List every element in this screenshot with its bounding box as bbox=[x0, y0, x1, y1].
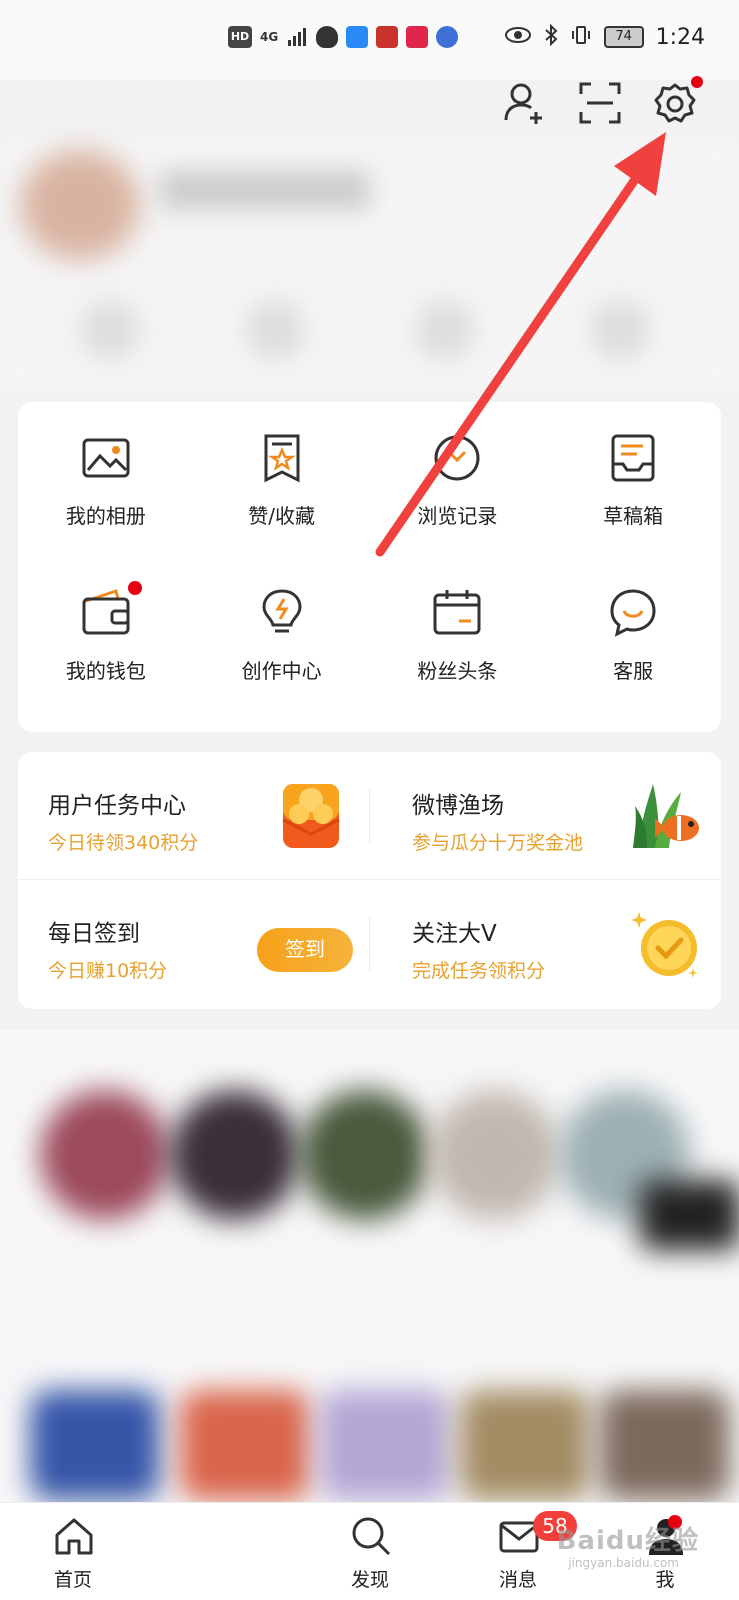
grid-item-draft-box[interactable]: 草稿箱 bbox=[545, 432, 721, 587]
wallet-icon bbox=[80, 581, 142, 639]
weibo-fishing[interactable]: 微博渔场 参与瓜分十万奖金池 bbox=[370, 752, 721, 880]
grid-label: 我的相册 bbox=[65, 504, 146, 528]
feed-area-blurred bbox=[0, 1030, 739, 1510]
blurred-avatar bbox=[170, 1090, 300, 1220]
signal-bars-icon bbox=[286, 26, 308, 48]
home-icon bbox=[55, 1518, 93, 1555]
grid-item-creator-center[interactable]: 创作中心 bbox=[194, 587, 370, 742]
blurred-image bbox=[640, 1180, 739, 1250]
username-blurred bbox=[160, 170, 370, 210]
gear-icon bbox=[654, 83, 696, 123]
task-title: 用户任务中心 bbox=[48, 793, 186, 819]
task-title: 每日签到 bbox=[48, 921, 140, 947]
grid-label: 赞/收藏 bbox=[248, 504, 315, 528]
eye-icon bbox=[504, 25, 532, 49]
status-right-icons: 74 1:24 bbox=[504, 23, 705, 50]
task-title: 微博渔场 bbox=[412, 793, 504, 819]
stat-blurred bbox=[590, 300, 650, 360]
follow-big-v[interactable]: 关注大V 完成任务领积分 bbox=[370, 880, 721, 1008]
wallet-notification-dot bbox=[127, 581, 142, 595]
add-friend-button[interactable] bbox=[501, 80, 547, 126]
stat-blurred bbox=[415, 300, 475, 360]
grid-label: 浏览记录 bbox=[417, 504, 498, 528]
tab-label: 消息 bbox=[498, 1569, 537, 1591]
checkmark-coin-icon bbox=[629, 906, 705, 982]
customer-service-icon bbox=[607, 587, 659, 639]
history-icon bbox=[431, 432, 483, 484]
grid-item-photo-album[interactable]: 我的相册 bbox=[18, 432, 194, 587]
baidu-watermark-url: jingyan.baidu.com bbox=[568, 1556, 679, 1570]
blurred-image bbox=[460, 1390, 590, 1500]
blurred-image bbox=[180, 1390, 310, 1500]
music-app-icon bbox=[436, 26, 459, 48]
tab-label: 首页 bbox=[53, 1569, 92, 1591]
baidu-watermark: Baidu经验 bbox=[556, 1526, 699, 1556]
blurred-avatar bbox=[430, 1090, 560, 1220]
like-favorite-icon bbox=[256, 432, 308, 484]
search-icon bbox=[352, 1517, 391, 1556]
top-actions bbox=[501, 76, 703, 126]
coin-box-icon bbox=[277, 778, 353, 854]
settings-button[interactable] bbox=[653, 76, 703, 126]
cloud-app-icon bbox=[346, 26, 369, 48]
add-user-icon bbox=[504, 83, 542, 124]
stat-blurred bbox=[245, 300, 305, 360]
grid-item-fan-headlines[interactable]: 粉丝头条 bbox=[370, 587, 546, 742]
fish-icon bbox=[629, 778, 705, 854]
scan-icon bbox=[579, 82, 621, 124]
tab-label: 发现 bbox=[350, 1569, 389, 1591]
clock: 1:24 bbox=[655, 24, 705, 50]
task-row: 每日签到 今日赚10积分 签到 关注大V 完成任务领积分 bbox=[18, 880, 721, 1008]
grid-item-wallet[interactable]: 我的钱包 bbox=[18, 581, 194, 742]
scan-button[interactable] bbox=[577, 80, 623, 126]
grid-label: 粉丝头条 bbox=[417, 659, 498, 683]
task-subtitle: 完成任务领积分 bbox=[412, 960, 546, 982]
user-task-center[interactable]: 用户任务中心 今日待领340积分 bbox=[18, 752, 369, 880]
blurred-image bbox=[30, 1390, 160, 1500]
blurred-avatar bbox=[40, 1090, 170, 1220]
task-card: 用户任务中心 今日待领340积分 微博渔场 参与瓜分十万奖金池 每日签到 今日赚… bbox=[18, 752, 721, 1009]
settings-notification-dot bbox=[691, 76, 703, 88]
grid-label: 草稿箱 bbox=[603, 504, 664, 528]
checkin-button[interactable]: 签到 bbox=[257, 928, 353, 972]
battery-icon: 74 bbox=[603, 26, 644, 48]
blurred-image bbox=[600, 1390, 730, 1500]
grid-label: 创作中心 bbox=[241, 659, 322, 683]
lotus-app-icon bbox=[376, 26, 399, 48]
blurred-image bbox=[320, 1390, 450, 1500]
qq-icon bbox=[316, 26, 339, 48]
lightbulb-icon bbox=[256, 587, 308, 639]
status-bar: HD 4G 74 1:24 bbox=[0, 0, 739, 80]
grid-item-like-favorite[interactable]: 赞/收藏 bbox=[194, 432, 370, 587]
tab-discover[interactable]: 发现 bbox=[305, 1503, 435, 1600]
function-grid-card: 我的相册 赞/收藏 浏览记录 草稿箱 我的钱包 创作中心 粉丝头条 客服 bbox=[18, 402, 721, 732]
grid-label: 客服 bbox=[613, 659, 654, 683]
grid-item-customer-service[interactable]: 客服 bbox=[545, 587, 721, 742]
avatar[interactable] bbox=[20, 150, 140, 260]
calendar-icon bbox=[431, 587, 483, 639]
task-subtitle: 参与瓜分十万奖金池 bbox=[412, 832, 584, 854]
hd-icon: HD bbox=[228, 26, 252, 48]
heart-app-icon bbox=[406, 26, 429, 48]
daily-checkin[interactable]: 每日签到 今日赚10积分 签到 bbox=[18, 880, 369, 1008]
stat-blurred bbox=[80, 300, 140, 360]
task-row: 用户任务中心 今日待领340积分 微博渔场 参与瓜分十万奖金池 bbox=[18, 752, 721, 880]
grid-label: 我的钱包 bbox=[65, 659, 146, 683]
task-title: 关注大V bbox=[412, 921, 497, 947]
vibrate-icon bbox=[570, 24, 592, 50]
draft-box-icon bbox=[607, 432, 659, 484]
tab-home[interactable]: 首页 bbox=[8, 1503, 138, 1600]
grid-item-history[interactable]: 浏览记录 bbox=[370, 432, 546, 587]
signal-label: 4G bbox=[260, 30, 279, 44]
task-subtitle: 今日赚10积分 bbox=[48, 960, 168, 982]
bluetooth-icon bbox=[544, 23, 558, 50]
task-subtitle: 今日待领340积分 bbox=[48, 832, 199, 854]
status-left-icons: HD 4G bbox=[228, 26, 459, 48]
blurred-avatar bbox=[300, 1090, 430, 1220]
photo-album-icon bbox=[80, 432, 132, 484]
